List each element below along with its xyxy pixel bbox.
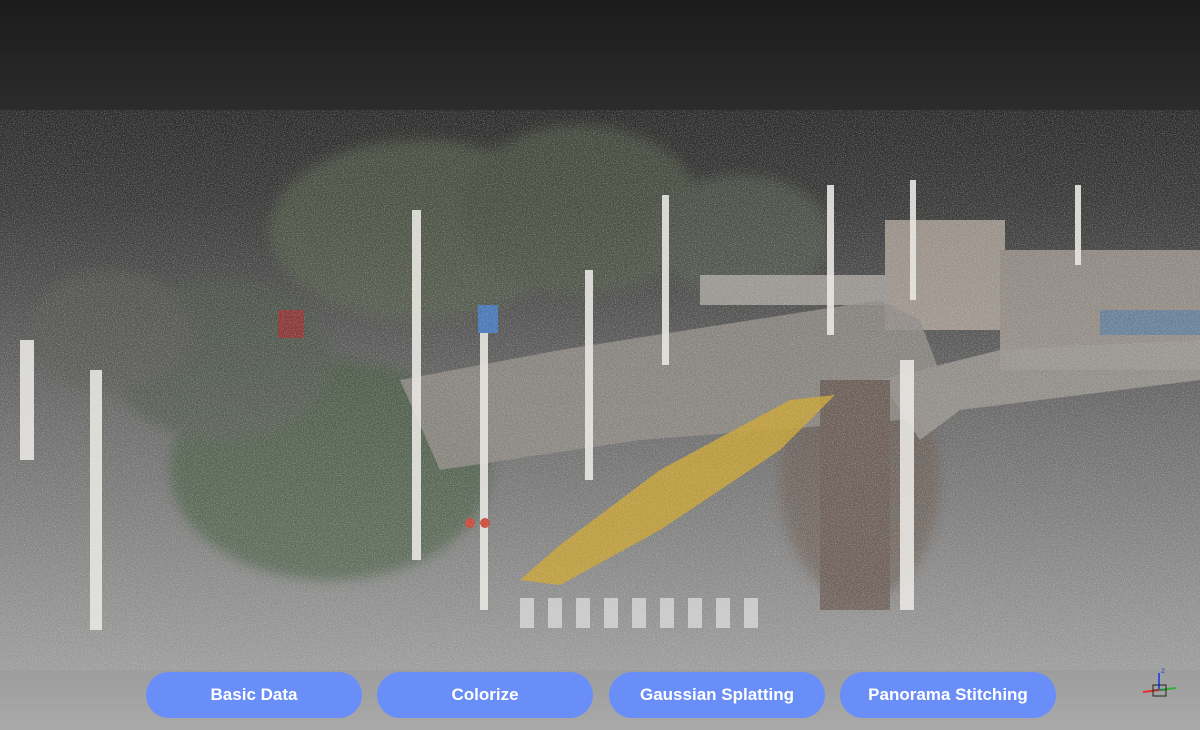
colorize-button[interactable]: Colorize <box>377 672 593 718</box>
point-cloud-viewport[interactable]: Basic Data Colorize Gaussian Splatting P… <box>0 0 1200 730</box>
axis-orientation-icon[interactable]: z <box>1138 664 1186 704</box>
mode-bar: Basic Data Colorize Gaussian Splatting P… <box>0 672 1200 718</box>
panorama-stitching-button[interactable]: Panorama Stitching <box>840 672 1056 718</box>
basic-data-button[interactable]: Basic Data <box>146 672 362 718</box>
z-axis-label: z <box>1161 666 1165 675</box>
point-cloud-scene[interactable] <box>0 0 1200 730</box>
point-cloud-speckle <box>0 110 1200 670</box>
gaussian-splatting-button[interactable]: Gaussian Splatting <box>609 672 825 718</box>
